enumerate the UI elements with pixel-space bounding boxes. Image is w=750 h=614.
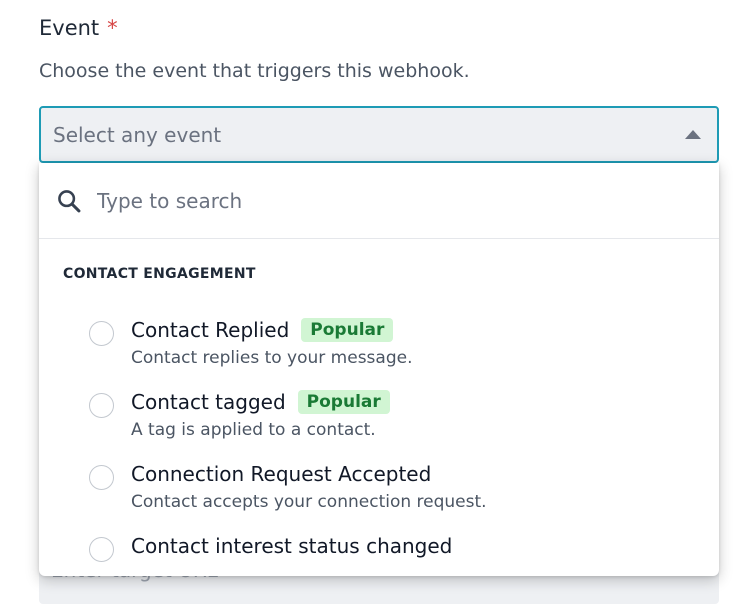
radio-unchecked-icon[interactable] <box>89 321 114 346</box>
option-title: Contact tagged <box>131 390 286 414</box>
option-title: Contact interest status changed <box>131 534 453 558</box>
radio-unchecked-icon[interactable] <box>89 465 114 490</box>
event-select-placeholder: Select any event <box>53 122 222 147</box>
search-input[interactable] <box>97 188 657 213</box>
option-description: Contact replies to your message. <box>131 348 413 368</box>
option-contact-replied[interactable]: Contact Replied Popular Contact replies … <box>89 318 412 368</box>
popular-badge: Popular <box>301 318 394 342</box>
search-icon <box>58 189 81 212</box>
option-description: Contact accepts your connection request. <box>131 492 487 512</box>
group-title-contact-engagement: CONTACT ENGAGEMENT <box>63 266 256 282</box>
option-contact-interest-status-changed[interactable]: Contact interest status changed <box>89 534 452 562</box>
option-connection-request-accepted[interactable]: Connection Request Accepted Contact acce… <box>89 462 487 512</box>
event-select[interactable]: Select any event <box>39 106 719 163</box>
option-contact-tagged[interactable]: Contact tagged Popular A tag is applied … <box>89 390 390 440</box>
event-help-text: Choose the event that triggers this webh… <box>39 60 470 82</box>
dropdown-search-row <box>39 163 719 239</box>
option-description: A tag is applied to a contact. <box>131 420 376 440</box>
popular-badge: Popular <box>297 390 390 414</box>
option-title: Connection Request Accepted <box>131 462 432 486</box>
event-dropdown: CONTACT ENGAGEMENT Contact Replied Popul… <box>39 163 719 576</box>
event-label-text: Event <box>39 16 100 40</box>
required-mark: * <box>107 16 118 40</box>
event-label: Event * <box>39 16 118 40</box>
caret-up-icon[interactable] <box>685 130 701 139</box>
webhook-event-form: Event * Choose the event that triggers t… <box>0 0 750 614</box>
radio-unchecked-icon[interactable] <box>89 393 114 418</box>
radio-unchecked-icon[interactable] <box>89 537 114 562</box>
option-title: Contact Replied <box>131 318 290 342</box>
